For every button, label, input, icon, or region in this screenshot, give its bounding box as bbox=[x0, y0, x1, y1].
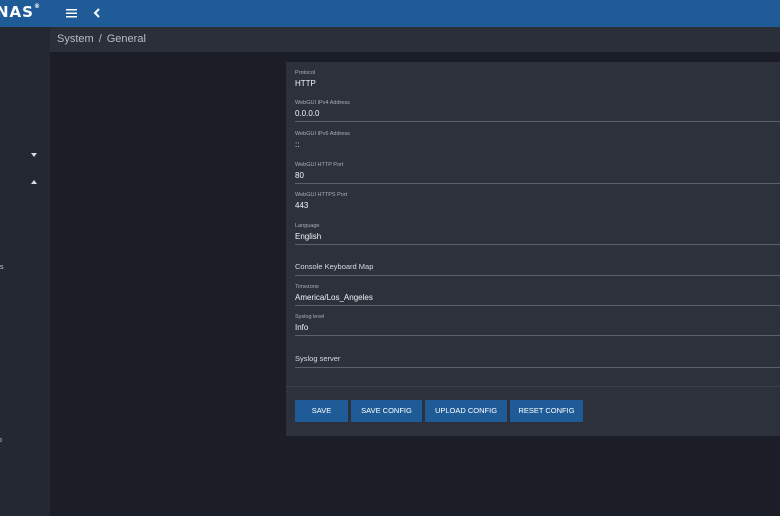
protocol-label: Protocol bbox=[295, 70, 316, 76]
timezone-label: Timezone bbox=[295, 284, 319, 290]
field-underline bbox=[295, 183, 780, 184]
ipv4-label: WebGUI IPv4 Address bbox=[295, 100, 350, 106]
logo-text: NAS bbox=[0, 3, 34, 21]
ipv4-address-select[interactable]: WebGUI IPv4 Address 0.0.0.0 bbox=[295, 100, 780, 122]
general-settings-card: Protocol HTTP WebGUI IPv4 Address 0.0.0.… bbox=[286, 62, 780, 436]
syslog-level-select[interactable]: Syslog level Info bbox=[295, 314, 780, 336]
breadcrumb-general: General bbox=[106, 33, 146, 45]
app-logo[interactable]: NAS® bbox=[0, 3, 41, 21]
sidebar-item-label[interactable]: o bbox=[0, 437, 2, 444]
ipv4-value: 0.0.0.0 bbox=[295, 109, 320, 118]
syslog-server-input[interactable]: Syslog server bbox=[295, 354, 780, 368]
keyboard-map-select[interactable]: Console Keyboard Map bbox=[295, 262, 780, 276]
syslog-level-value: Info bbox=[295, 323, 309, 332]
breadcrumb-system[interactable]: System bbox=[57, 33, 94, 45]
save-button[interactable]: SAVE bbox=[295, 400, 348, 422]
chevron-left-icon[interactable] bbox=[90, 5, 106, 21]
save-config-button[interactable]: SAVE CONFIG bbox=[351, 400, 422, 422]
upload-config-button[interactable]: UPLOAD CONFIG bbox=[425, 400, 507, 422]
sidebar-item-label[interactable]: s bbox=[0, 264, 4, 271]
keyboard-map-label: Console Keyboard Map bbox=[295, 262, 374, 271]
syslog-server-label: Syslog server bbox=[295, 354, 341, 363]
field-underline bbox=[295, 367, 780, 368]
breadcrumb: System / General bbox=[57, 33, 146, 45]
protocol-value: HTTP bbox=[295, 79, 316, 88]
http-port-label: WebGUI HTTP Port bbox=[295, 162, 344, 168]
timezone-select[interactable]: Timezone America/Los_Angeles bbox=[295, 284, 780, 306]
reset-config-button[interactable]: RESET CONFIG bbox=[510, 400, 583, 422]
language-select[interactable]: Language English bbox=[295, 223, 780, 245]
http-port-input[interactable]: WebGUI HTTP Port 80 bbox=[295, 162, 780, 184]
top-bar: NAS® bbox=[0, 0, 780, 27]
language-value: English bbox=[295, 232, 322, 241]
https-port-value: 443 bbox=[295, 201, 309, 210]
language-label: Language bbox=[295, 223, 320, 229]
chevron-up-icon[interactable] bbox=[31, 180, 37, 184]
ipv6-address-select[interactable]: WebGUI IPv6 Address :: bbox=[295, 131, 780, 150]
logo-mark: ® bbox=[33, 3, 41, 10]
chevron-down-icon[interactable] bbox=[31, 153, 37, 157]
protocol-select[interactable]: Protocol HTTP bbox=[295, 70, 780, 89]
field-underline bbox=[295, 305, 780, 306]
timezone-value: America/Los_Angeles bbox=[295, 293, 373, 302]
field-underline bbox=[295, 335, 780, 336]
ipv6-value: :: bbox=[295, 140, 300, 149]
field-underline bbox=[295, 275, 780, 276]
breadcrumb-separator: / bbox=[98, 33, 102, 45]
field-underline bbox=[295, 244, 780, 245]
ipv6-label: WebGUI IPv6 Address bbox=[295, 131, 350, 137]
syslog-level-label: Syslog level bbox=[295, 314, 325, 320]
hamburger-menu-icon[interactable] bbox=[64, 5, 80, 21]
form-divider bbox=[286, 386, 780, 387]
https-port-label: WebGUI HTTPS Port bbox=[295, 192, 348, 198]
sidebar: s o bbox=[0, 27, 50, 516]
https-port-input[interactable]: WebGUI HTTPS Port 443 bbox=[295, 192, 780, 211]
http-port-value: 80 bbox=[295, 171, 304, 180]
field-underline bbox=[295, 121, 780, 122]
breadcrumb-bar: System / General bbox=[50, 27, 780, 52]
